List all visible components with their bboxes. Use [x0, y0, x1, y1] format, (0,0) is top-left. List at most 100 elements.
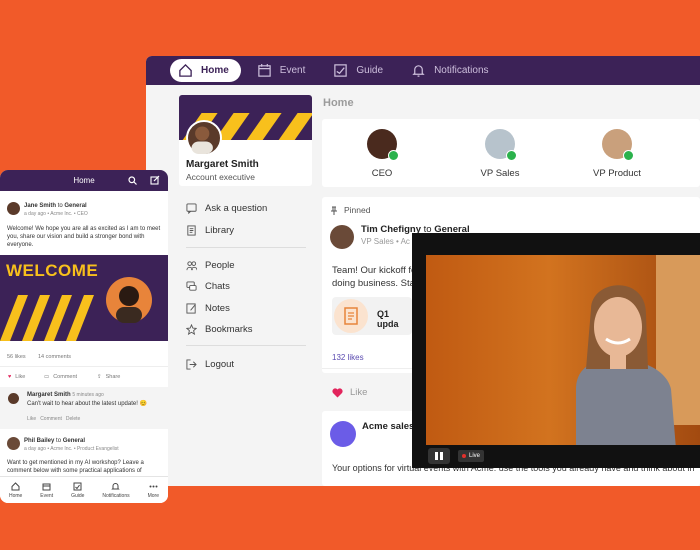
- nav-notes[interactable]: Notes: [186, 303, 230, 314]
- mobile-nav-home-label: Home: [8, 492, 23, 499]
- nav-logout[interactable]: Logout: [186, 359, 234, 370]
- guide-icon: [73, 482, 82, 490]
- document-icon: [334, 299, 368, 333]
- post1-group[interactable]: General: [64, 203, 86, 209]
- nav-bookmarks[interactable]: Bookmarks: [186, 324, 253, 335]
- mobile-nav-event-label: Event: [40, 492, 54, 499]
- comment-comment[interactable]: Comment: [40, 416, 62, 422]
- comment-actions: Like Comment Delete: [27, 416, 80, 422]
- leader-vp-product[interactable]: VP Product: [577, 129, 657, 179]
- likes-count[interactable]: 56 likes: [7, 354, 26, 360]
- nav-notifications[interactable]: Notifications: [403, 59, 500, 82]
- profile-avatar: [186, 120, 222, 156]
- chat-question-icon: [186, 203, 197, 214]
- pinned-label: Pinned: [344, 205, 371, 215]
- post1-author[interactable]: Jane Smith: [24, 203, 56, 209]
- nav-library[interactable]: Library: [186, 225, 234, 236]
- mobile-nav-guide[interactable]: Guide: [71, 482, 84, 499]
- leader-label: CEO: [371, 168, 393, 179]
- comment-avatar[interactable]: [8, 393, 19, 404]
- leader-vp-sales[interactable]: VP Sales: [460, 129, 540, 179]
- bell-icon: [412, 65, 425, 77]
- status-badge: [623, 150, 634, 161]
- mobile-app: Home Jane Smith to General a day ago • A…: [0, 170, 168, 503]
- nav-event[interactable]: Event: [249, 59, 318, 82]
- phone-like-button[interactable]: ♥ Like: [8, 374, 25, 380]
- post1-author-line: Jane Smith to General: [24, 203, 87, 209]
- pin-icon: [331, 206, 337, 215]
- post1-meta: a day ago • Acme Inc. • CEO: [24, 211, 88, 217]
- phone-share-button[interactable]: ⇪ Share: [97, 374, 120, 380]
- post2-author[interactable]: Acme sales: [362, 421, 414, 432]
- nav-ask-question[interactable]: Ask a question: [186, 203, 267, 214]
- leader-label: VP Sales: [480, 168, 520, 179]
- mobile-nav-event[interactable]: Event: [40, 482, 53, 499]
- compose-icon[interactable]: [150, 175, 160, 185]
- mobile-nav-more[interactable]: More: [148, 482, 159, 499]
- welcome-text: WELCOME: [6, 261, 99, 280]
- pause-button[interactable]: [428, 448, 450, 464]
- comment-like[interactable]: Like: [27, 416, 36, 422]
- share-icon: ⇪: [97, 374, 102, 380]
- mobile-nav-notifications-label: Notifications: [102, 492, 130, 499]
- status-badge: [506, 150, 517, 161]
- library-icon: [187, 225, 196, 236]
- chats-icon: [186, 281, 197, 291]
- like-button[interactable]: Like: [332, 387, 367, 398]
- live-badge: Live: [458, 450, 485, 462]
- post2-avatar[interactable]: [330, 421, 356, 447]
- nav-chats[interactable]: Chats: [186, 281, 230, 292]
- leaders-strip: CEO VP Sales VP Product: [322, 119, 700, 187]
- phone-post2-group[interactable]: General: [63, 438, 85, 444]
- nav-home-label: Home: [201, 65, 229, 76]
- attachment-title: Q1 upda: [377, 309, 399, 329]
- profile-card[interactable]: Margaret Smith Account executive: [179, 95, 312, 186]
- post-likes[interactable]: 132 likes: [332, 353, 364, 362]
- section-title: Home: [323, 97, 354, 109]
- leader-avatar: [485, 129, 517, 161]
- pinned-row: Pinned: [330, 205, 370, 215]
- calendar-icon: [258, 63, 271, 77]
- phone-comment-button[interactable]: ▭ Comment: [44, 374, 77, 380]
- nav-guide-label: Guide: [356, 65, 384, 76]
- live-dot-icon: [462, 454, 466, 458]
- comments-count[interactable]: 14 comments: [38, 354, 71, 360]
- comment-author[interactable]: Margaret Smith: [27, 392, 71, 398]
- nav-guide[interactable]: Guide: [325, 59, 395, 82]
- nav-notes-label: Notes: [205, 303, 230, 314]
- comment-delete[interactable]: Delete: [66, 416, 80, 422]
- video-frame: [426, 255, 700, 445]
- guide-icon: [334, 64, 348, 77]
- post-role: VP Sales • Ac: [361, 237, 410, 246]
- phone-share-label: Share: [105, 374, 121, 380]
- post2-avatar[interactable]: [7, 437, 20, 450]
- post-author-avatar[interactable]: [330, 225, 354, 249]
- divider: [0, 366, 168, 367]
- post-attachment[interactable]: Q1 upda: [332, 297, 412, 335]
- leader-ceo[interactable]: CEO: [342, 129, 422, 179]
- more-icon: [149, 485, 158, 487]
- mobile-nav-guide-label: Guide: [71, 492, 85, 499]
- search-icon[interactable]: [128, 176, 137, 185]
- nav-divider: [186, 247, 306, 248]
- post1-avatar[interactable]: [7, 202, 20, 215]
- star-icon: [186, 324, 197, 335]
- phone-comment-label: Comment: [53, 374, 78, 380]
- comment-author-line: Margaret Smith 5 minutes ago: [27, 392, 104, 398]
- nav-people-label: People: [205, 260, 235, 271]
- mobile-nav-notifications[interactable]: Notifications: [102, 482, 130, 499]
- leader-avatar: [367, 129, 399, 161]
- nav-ask-label: Ask a question: [205, 203, 268, 214]
- mobile-nav-home[interactable]: Home: [8, 481, 23, 499]
- welcome-graphic: [0, 295, 94, 341]
- presenter-figure: [576, 285, 676, 445]
- nav-home[interactable]: Home: [170, 59, 241, 82]
- profile-name: Margaret Smith: [186, 159, 259, 170]
- comment-body: Can't wait to hear about the latest upda…: [27, 401, 148, 407]
- welcome-banner[interactable]: WELCOME: [0, 255, 168, 341]
- video-player[interactable]: Live: [412, 233, 700, 468]
- nav-people[interactable]: People: [186, 260, 235, 271]
- phone-post2-author[interactable]: Phil Bailey: [24, 438, 54, 444]
- bell-icon: [111, 482, 121, 489]
- top-nav: Home Event Guide Notifications: [146, 56, 700, 85]
